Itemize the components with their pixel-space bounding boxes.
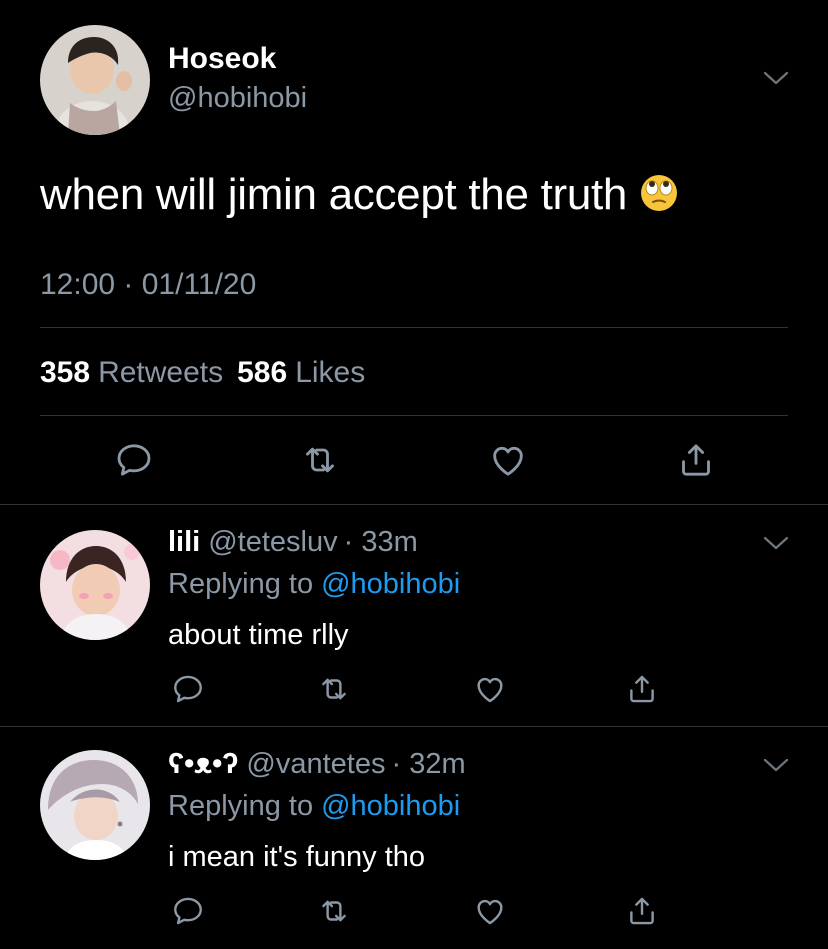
chevron-down-icon[interactable] [762,70,790,86]
share-icon[interactable] [624,893,660,929]
reply-handle[interactable]: @tetesluv [208,526,337,558]
tweet-body: when will jimin accept the truth [40,170,628,219]
reply-avatar[interactable] [40,750,150,860]
reply-header: lili @tetesluv · 33m [168,526,418,559]
divider [0,726,828,727]
divider [0,504,828,505]
reply-icon[interactable] [170,893,206,929]
tweet-text: when will jimin accept the truth [40,170,679,220]
share-icon[interactable] [674,438,718,482]
tweet-timestamp[interactable]: 12:00 · 01/11/20 [40,268,256,302]
retweet-icon[interactable] [316,893,352,929]
retweet-icon[interactable] [316,671,352,707]
retweet-icon[interactable] [298,438,342,482]
likes-count[interactable]: 586 [237,356,287,389]
reply-display-name[interactable]: ʕ•ᴥ•ʔ [168,748,238,780]
reply-icon[interactable] [170,671,206,707]
reply-icon[interactable] [112,438,156,482]
retweets-label[interactable]: Retweets [98,356,223,389]
replying-prefix: Replying to [168,790,314,822]
main-display-name[interactable]: Hoseok [168,42,276,76]
eye-roll-emoji [639,173,679,213]
reply-text: about time rlly [168,619,349,651]
share-icon[interactable] [624,671,660,707]
main-avatar[interactable] [40,25,150,135]
tweet-stats: 358 Retweets 586 Likes [40,356,379,390]
like-icon[interactable] [472,893,508,929]
likes-label[interactable]: Likes [295,356,365,389]
mention-link[interactable]: @hobihobi [321,568,460,600]
replying-to-line: Replying to @hobihobi [168,568,460,601]
chevron-down-icon[interactable] [762,535,790,551]
replying-to-line: Replying to @hobihobi [168,790,460,823]
mention-link[interactable]: @hobihobi [321,790,460,822]
divider [40,327,788,328]
reply-handle[interactable]: @vantetes [246,748,385,780]
divider [40,415,788,416]
main-handle[interactable]: @hobihobi [168,82,307,115]
chevron-down-icon[interactable] [762,757,790,773]
like-icon[interactable] [472,671,508,707]
retweets-count[interactable]: 358 [40,356,90,389]
reply-header: ʕ•ᴥ•ʔ @vantetes · 32m [168,748,466,781]
replying-prefix: Replying to [168,568,314,600]
reply-time: · 32m [391,748,466,780]
like-icon[interactable] [486,438,530,482]
reply-time: · 33m [343,526,418,558]
reply-avatar[interactable] [40,530,150,640]
reply-display-name[interactable]: lili [168,526,200,558]
reply-text: i mean it's funny tho [168,841,426,873]
